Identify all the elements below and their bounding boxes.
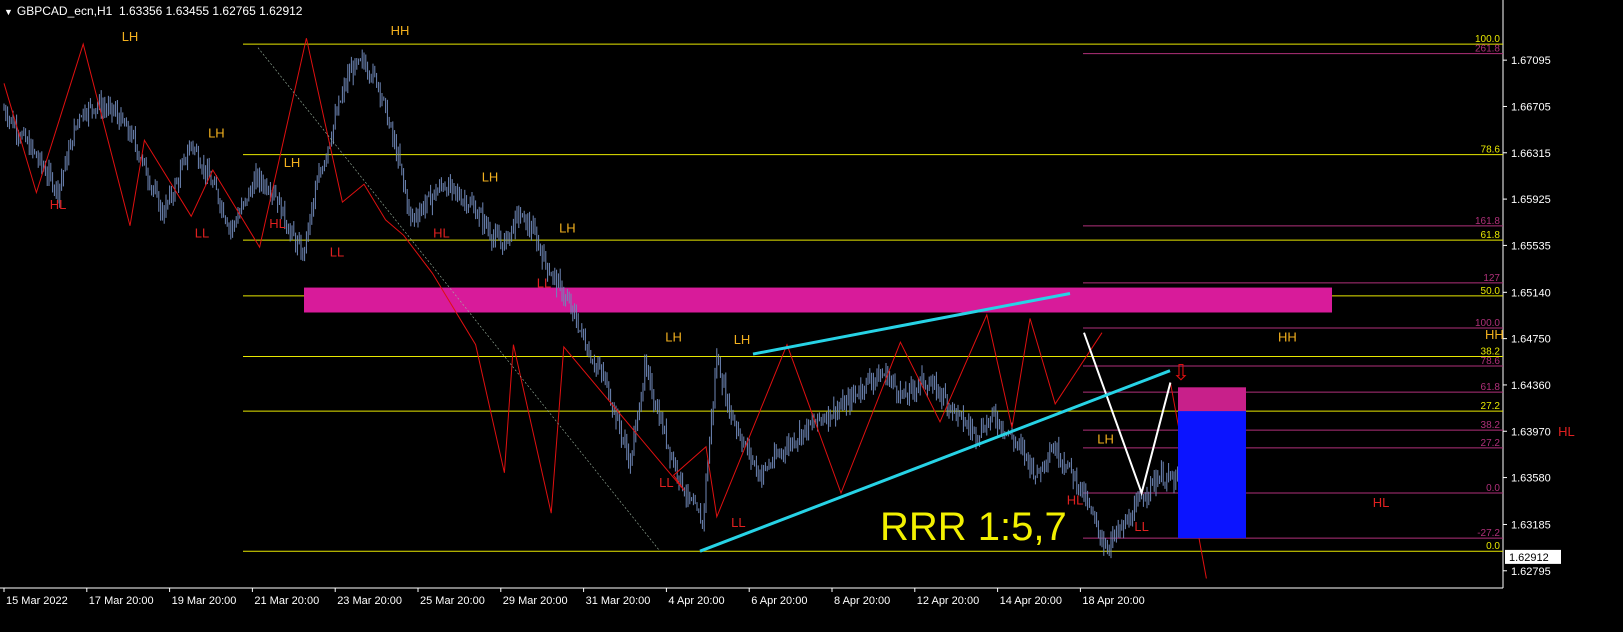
- take-profit-box: [1178, 411, 1246, 539]
- x-tick-label: 25 Mar 20:00: [420, 595, 485, 607]
- y-tick-label: 1.66315: [1511, 148, 1551, 160]
- swing-label-ll: LL: [537, 275, 551, 290]
- fib-ext-label: -27.2: [1477, 528, 1500, 539]
- x-tick-label: 12 Apr 20:00: [917, 595, 979, 607]
- swing-label-lh: LH: [559, 220, 576, 235]
- supply-zone-rect: [304, 287, 1332, 313]
- price-chart[interactable]: 100.078.661.850.038.227.20.0261.8161.812…: [0, 0, 1623, 632]
- fib-ext-label: 27.2: [1481, 438, 1501, 449]
- swing-label-lh: LH: [122, 29, 139, 44]
- x-tick-label: 31 Mar 20:00: [586, 595, 651, 607]
- y-tick-label: 1.65140: [1511, 287, 1551, 299]
- swing-label-lh: LH: [1097, 432, 1114, 447]
- fib-main-label: 0.0: [1486, 541, 1500, 552]
- x-tick-label: 15 Mar 2022: [6, 595, 68, 607]
- swing-label-hh: HH: [1485, 327, 1504, 342]
- fib-main-label: 61.8: [1481, 230, 1501, 241]
- fib-ext-label: 78.6: [1481, 356, 1501, 367]
- y-tick-label: 1.64360: [1511, 380, 1551, 392]
- last-price-label: 1.62912: [1509, 552, 1549, 564]
- fib-ext-label: 38.2: [1481, 420, 1501, 431]
- swing-label-ll: LL: [659, 475, 673, 490]
- x-tick-label: 29 Mar 20:00: [503, 595, 568, 607]
- y-tick-label: 1.65535: [1511, 240, 1551, 252]
- swing-label-lh: LH: [482, 169, 499, 184]
- x-tick-label: 8 Apr 20:00: [834, 595, 890, 607]
- swing-label-hl: HL: [50, 197, 67, 212]
- y-tick-label: 1.63970: [1511, 426, 1551, 438]
- resistance-zone: [304, 287, 1332, 313]
- y-tick-label: 1.65925: [1511, 194, 1551, 206]
- rrr-annotation: RRR 1:5,7: [880, 505, 1067, 549]
- swing-label-ll: LL: [731, 515, 745, 530]
- y-tick-label: 1.63185: [1511, 519, 1551, 531]
- axes: 1.67095 1.66705 1.66315 1.65925 1.65535 1.651…: [3, 55, 1561, 607]
- fib-ext-label: 161.8: [1475, 216, 1500, 227]
- swing-label-ll: LL: [1134, 519, 1148, 534]
- y-tick-label: 1.62795: [1511, 566, 1551, 578]
- x-tick-label: 4 Apr 20:00: [668, 595, 724, 607]
- fib-ext-label: 0.0: [1486, 483, 1500, 494]
- fib-ext-label: 261.8: [1475, 44, 1500, 55]
- swing-label-hh: HH: [391, 23, 410, 38]
- swing-label-lh: LH: [665, 330, 682, 345]
- down-arrow-icon: ⇩: [1172, 360, 1190, 385]
- x-tick-label: 18 Apr 20:00: [1082, 595, 1144, 607]
- y-tick-label: 1.66705: [1511, 101, 1551, 113]
- x-tick-label: 19 Mar 20:00: [172, 595, 237, 607]
- x-tick-label: 6 Apr 20:00: [751, 595, 807, 607]
- fib-ext-label: 61.8: [1481, 382, 1501, 393]
- swing-label-lh: LH: [734, 332, 751, 347]
- fib-main-label: 27.2: [1481, 401, 1501, 412]
- swing-label-lh: LH: [284, 155, 301, 170]
- swing-label-hl: HL: [1373, 495, 1390, 510]
- fib-main-label: 50.0: [1481, 286, 1501, 297]
- x-tick-label: 23 Mar 20:00: [337, 595, 402, 607]
- swing-label-hl: HL: [1558, 424, 1575, 439]
- y-tick-label: 1.64750: [1511, 334, 1551, 346]
- swing-label-lh: LH: [208, 125, 225, 140]
- x-tick-label: 17 Mar 20:00: [89, 595, 154, 607]
- stop-loss-box: [1178, 387, 1246, 412]
- swing-label-hl: HL: [1067, 493, 1084, 508]
- swing-label-ll: LL: [330, 244, 344, 259]
- swing-label-hl: HL: [269, 216, 286, 231]
- swing-label-hh: HH: [1278, 330, 1297, 345]
- fib-main-label: 78.6: [1481, 145, 1501, 156]
- trade-boxes: ⇩: [1172, 360, 1246, 539]
- fib-ext-label: 127: [1483, 273, 1500, 284]
- swing-label-ll: LL: [195, 225, 209, 240]
- swing-label-hl: HL: [433, 225, 450, 240]
- y-tick-label: 1.67095: [1511, 55, 1551, 67]
- x-tick-label: 21 Mar 20:00: [254, 595, 319, 607]
- x-tick-label: 14 Apr 20:00: [1000, 595, 1062, 607]
- y-tick-label: 1.63580: [1511, 473, 1551, 485]
